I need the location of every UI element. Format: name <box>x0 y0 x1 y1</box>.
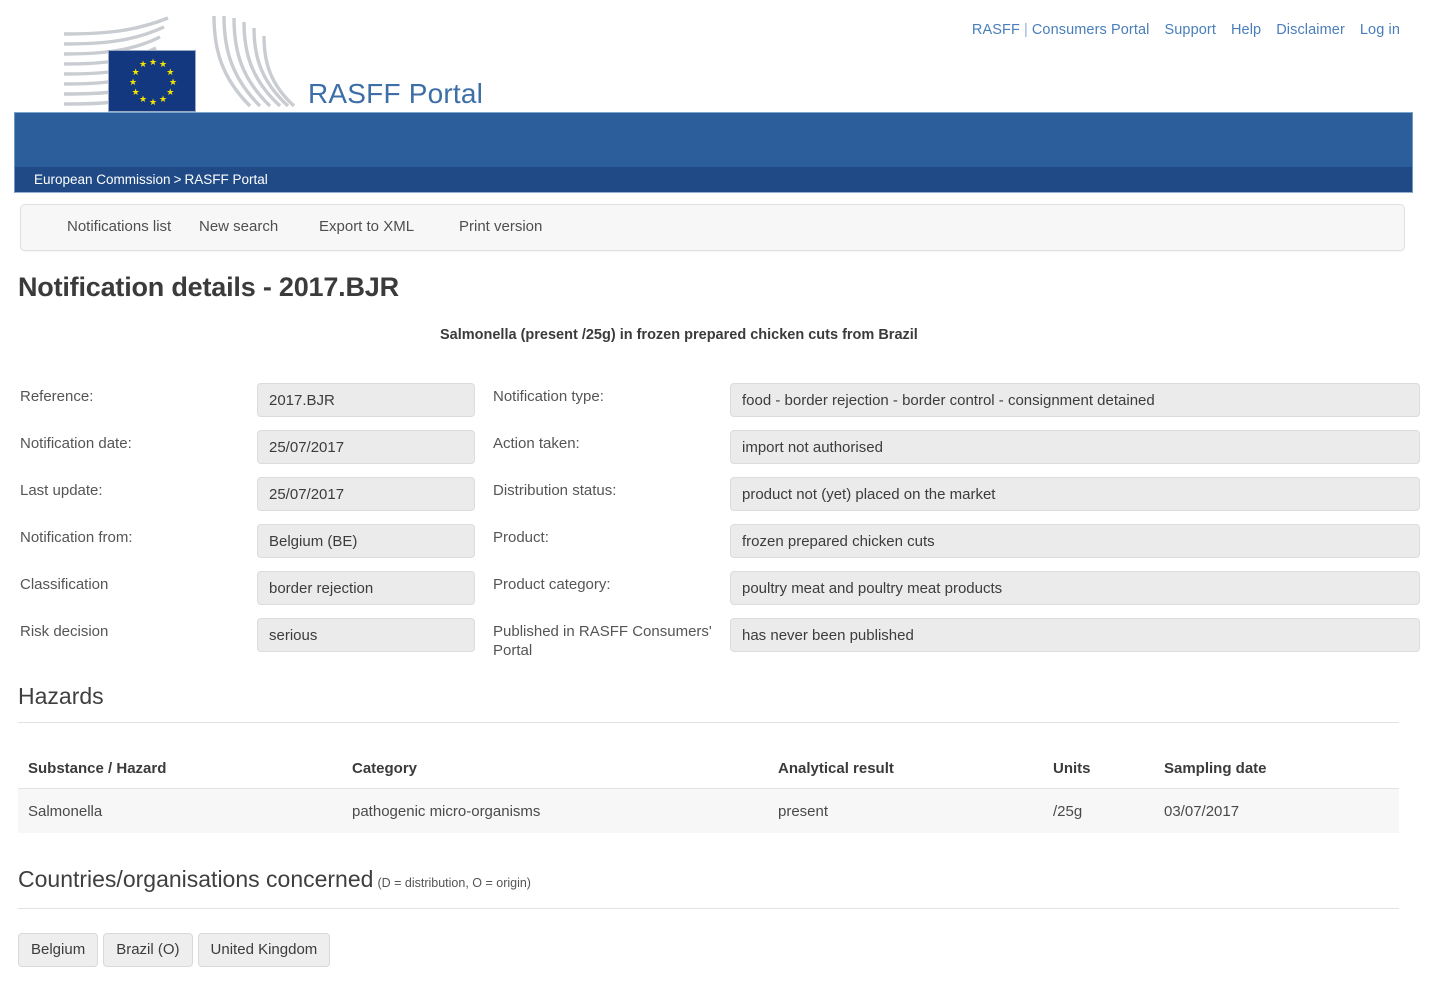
toolbar-item-export-to-xml[interactable]: Export to XML <box>319 218 414 235</box>
eu-star-icon: ★ <box>148 56 158 67</box>
detail-row: Last update: 25/07/2017 Distribution statu… <box>0 472 1429 519</box>
eu-star-icon: ★ <box>138 59 148 70</box>
detail-value-product-category[interactable]: poultry meat and poultry meat products <box>730 571 1420 605</box>
column-header-units: Units <box>1053 760 1091 777</box>
rasff-notification-details-page: RASFF | Consumers Portal Support Help Disclai… <box>0 0 1429 983</box>
eu-star-icon: ★ <box>166 66 175 77</box>
eu-star-icon: ★ <box>131 86 140 97</box>
detail-value-risk-decision[interactable]: serious <box>257 618 475 652</box>
detail-label-notification-type: Notification type: <box>493 388 604 405</box>
detail-row: Risk decision serious Published in RASFF C… <box>0 613 1429 660</box>
country-tag-united-kingdom[interactable]: United Kingdom <box>197 933 331 967</box>
detail-label-product: Product: <box>493 529 549 546</box>
eu-star-icon: ★ <box>158 93 168 104</box>
detail-value-notification-type[interactable]: food - border rejection - border control… <box>730 383 1420 417</box>
cell-analytical-result: present <box>778 803 829 820</box>
site-header: ★★★★★★★★★★★★ EuropeanCommission RASFF Po… <box>0 0 1429 143</box>
detail-label-risk-decision: Risk decision <box>20 623 109 640</box>
detail-label-notification-date: Notification date: <box>20 435 132 452</box>
column-header-category: Category <box>352 760 418 777</box>
eu-star-icon: ★ <box>128 76 138 87</box>
detail-label-reference: Reference: <box>20 388 94 405</box>
breadcrumb-root[interactable]: European Commission <box>34 172 171 187</box>
detail-value-notification-from[interactable]: Belgium (BE) <box>257 524 475 558</box>
cell-category: pathogenic micro-organisms <box>352 803 541 820</box>
countries-heading: Countries/organisations concerned (D = di… <box>18 866 531 893</box>
toolbar-item-notifications-list[interactable]: Notifications list <box>67 218 171 235</box>
logo-ribbon-right-icon <box>208 16 300 110</box>
detail-value-notification-date[interactable]: 25/07/2017 <box>257 430 475 464</box>
detail-value-reference[interactable]: 2017.BJR <box>257 383 475 417</box>
detail-label-classification: Classification <box>20 576 109 593</box>
breadcrumb-current: RASFF Portal <box>184 172 268 187</box>
detail-value-published-in-rasff-consumers-portal[interactable]: has never been published <box>730 618 1420 652</box>
detail-row: Reference: 2017.BJR Notification type: food… <box>0 378 1429 425</box>
detail-label-notification-from: Notification from: <box>20 529 133 546</box>
countries-tag-list: Belgium Brazil (O) United Kingdom <box>18 933 335 967</box>
detail-label-distribution-status: Distribution status: <box>493 482 617 499</box>
countries-heading-text: Countries/organisations concerned <box>18 866 374 892</box>
eu-star-icon: ★ <box>168 76 178 87</box>
notification-details-grid: Reference: 2017.BJR Notification type: food… <box>0 378 1429 660</box>
eu-flag-icon: ★ ★ ★ ★ ★ ★ ★ ★ ★ ★ ★ ★ <box>108 50 196 112</box>
breadcrumb-separator: > <box>173 172 182 187</box>
portal-title: RASFF Portal <box>308 78 484 109</box>
european-commission-logo[interactable]: ★★★★★★★★★★★★ EuropeanCommission <box>64 8 296 143</box>
detail-value-distribution-status[interactable]: product not (yet) placed on the market <box>730 477 1420 511</box>
column-header-analytical-result: Analytical result <box>778 760 894 777</box>
countries-legend: (D = distribution, O = origin) <box>377 876 531 890</box>
hazards-heading: Hazards <box>18 683 104 709</box>
country-tag-brazil-o[interactable]: Brazil (O) <box>103 933 193 967</box>
cell-units: /25g <box>1053 803 1083 820</box>
detail-value-action-taken[interactable]: import not authorised <box>730 430 1420 464</box>
toolbar-item-print-version[interactable]: Print version <box>459 218 542 235</box>
page-title: Notification details - 2017.BJR <box>18 272 399 302</box>
actions-toolbar: Notifications list New search Export to XM… <box>20 204 1405 251</box>
cell-sampling-date: 03/07/2017 <box>1164 803 1240 820</box>
hazards-divider <box>18 722 1399 723</box>
detail-row: Notification from: Belgium (BE) Product: fr… <box>0 519 1429 566</box>
detail-row: Notification date: 25/07/2017 Action taken… <box>0 425 1429 472</box>
detail-row: Classification border rejection Product ca… <box>0 566 1429 613</box>
detail-value-last-update[interactable]: 25/07/2017 <box>257 477 475 511</box>
detail-label-last-update: Last update: <box>20 482 103 499</box>
detail-label-action-taken: Action taken: <box>493 435 580 452</box>
detail-value-product[interactable]: frozen prepared chicken cuts <box>730 524 1420 558</box>
detail-value-classification[interactable]: border rejection <box>257 571 475 605</box>
header-blue-band <box>14 112 1413 167</box>
column-header-sampling-date: Sampling date <box>1164 760 1267 777</box>
detail-label-product-category: Product category: <box>493 576 611 593</box>
cell-substance: Salmonella <box>28 803 103 820</box>
toolbar-item-new-search[interactable]: New search <box>199 218 278 235</box>
country-tag-belgium[interactable]: Belgium <box>18 933 99 967</box>
column-header-substance-hazard: Substance / Hazard <box>28 760 167 777</box>
countries-divider <box>18 908 1399 909</box>
detail-label-published-in-rasff-consumers-portal: Published in RASFF Consumers' Portal <box>493 623 712 659</box>
notification-subject: Salmonella (present /25g) in frozen prep… <box>440 327 918 343</box>
eu-star-icon: ★ <box>148 96 158 107</box>
breadcrumb: European Commission > RASFF Portal <box>34 172 268 187</box>
